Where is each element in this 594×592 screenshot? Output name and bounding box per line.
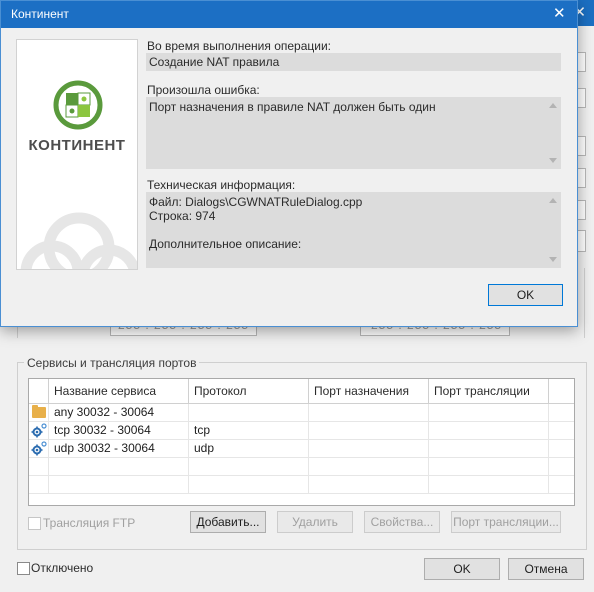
brand-text: КОНТИНЕНТ (28, 137, 126, 154)
disabled-checkbox[interactable] (17, 562, 30, 575)
header-trans-port[interactable]: Порт трансляции (429, 379, 549, 403)
logo-panel: КОНТИНЕНТ (16, 39, 138, 270)
tech-line: Файл: Dialogs\CGWNATRuleDialog.cpp (149, 195, 363, 209)
error-label: Произошла ошибка: (147, 83, 260, 97)
ftp-translation-label: Трансляция FTP (43, 516, 136, 530)
ftp-translation-checkbox[interactable] (28, 517, 41, 530)
tech-scrollbar[interactable] (545, 192, 561, 268)
cell-protocol: udp (189, 440, 309, 457)
disabled-label: Отключено (31, 561, 94, 575)
tech-line: Дополнительное описание: (149, 237, 302, 251)
scroll-up-icon[interactable] (549, 198, 557, 203)
table-header: Название сервиса Протокол Порт назначени… (29, 379, 574, 404)
dialog-title: Континент (11, 7, 69, 21)
cell-trans-port (429, 440, 549, 457)
scroll-down-icon[interactable] (549, 257, 557, 262)
error-textarea[interactable]: Порт назначения в правиле NAT должен быт… (146, 97, 561, 169)
cell-trans-port (429, 422, 549, 439)
dialog-close-icon[interactable]: ✕ (553, 4, 566, 22)
gear-icon (29, 440, 49, 457)
header-protocol[interactable]: Протокол (189, 379, 309, 403)
table-row-empty (29, 476, 574, 494)
dialog-ok-button[interactable]: OK (488, 284, 563, 306)
parent-ok-button[interactable]: OK (424, 558, 500, 580)
scroll-down-icon[interactable] (549, 158, 557, 163)
table-row[interactable]: tcp 30032 - 30064 tcp (29, 422, 574, 440)
properties-button[interactable]: Свойства... (364, 511, 440, 533)
gear-icon (29, 422, 49, 439)
operation-field: Создание NAT правила (146, 53, 561, 71)
table-row[interactable]: udp 30032 - 30064 udp (29, 440, 574, 458)
cell-service-name: udp 30032 - 30064 (49, 440, 189, 457)
dialog-title-bar: Континент ✕ (1, 1, 577, 28)
error-text: Порт назначения в правиле NAT должен быт… (149, 100, 436, 114)
cell-service-name: any 30032 - 30064 (49, 404, 189, 421)
add-button[interactable]: Добавить... (190, 511, 266, 533)
watermark-icon (20, 212, 137, 269)
cell-service-name: tcp 30032 - 30064 (49, 422, 189, 439)
port-translation-button[interactable]: Порт трансляции... (451, 511, 561, 533)
scroll-up-icon[interactable] (549, 103, 557, 108)
header-dest-port[interactable]: Порт назначения (309, 379, 429, 403)
continent-logo-icon (53, 80, 103, 130)
cell-protocol (189, 404, 309, 421)
cell-trans-port (429, 404, 549, 421)
tech-info-textarea[interactable]: Файл: Dialogs\CGWNATRuleDialog.cpp Строк… (146, 192, 561, 268)
cell-dest-port (309, 404, 429, 421)
tech-line (149, 223, 541, 237)
header-service-name[interactable]: Название сервиса (49, 379, 189, 403)
table-row[interactable]: any 30032 - 30064 (29, 404, 574, 422)
header-icon-column (29, 379, 49, 403)
cell-protocol: tcp (189, 422, 309, 439)
parent-section-border-right (584, 268, 585, 338)
services-table[interactable]: Название сервиса Протокол Порт назначени… (28, 378, 575, 506)
parent-cancel-button[interactable]: Отмена (508, 558, 584, 580)
operation-label: Во время выполнения операции: (147, 39, 331, 53)
tech-line: Строка: 974 (149, 209, 216, 223)
folder-icon (29, 404, 49, 421)
cell-dest-port (309, 422, 429, 439)
delete-button[interactable]: Удалить (277, 511, 353, 533)
cell-dest-port (309, 440, 429, 457)
error-scrollbar[interactable] (545, 97, 561, 169)
tech-info-label: Техническая информация: (147, 178, 296, 192)
table-row-empty (29, 458, 574, 476)
error-dialog: Континент ✕ КОНТИНЕНТ Во время выполнени… (0, 0, 578, 327)
services-group-title: Сервисы и трансляция портов (24, 356, 200, 370)
